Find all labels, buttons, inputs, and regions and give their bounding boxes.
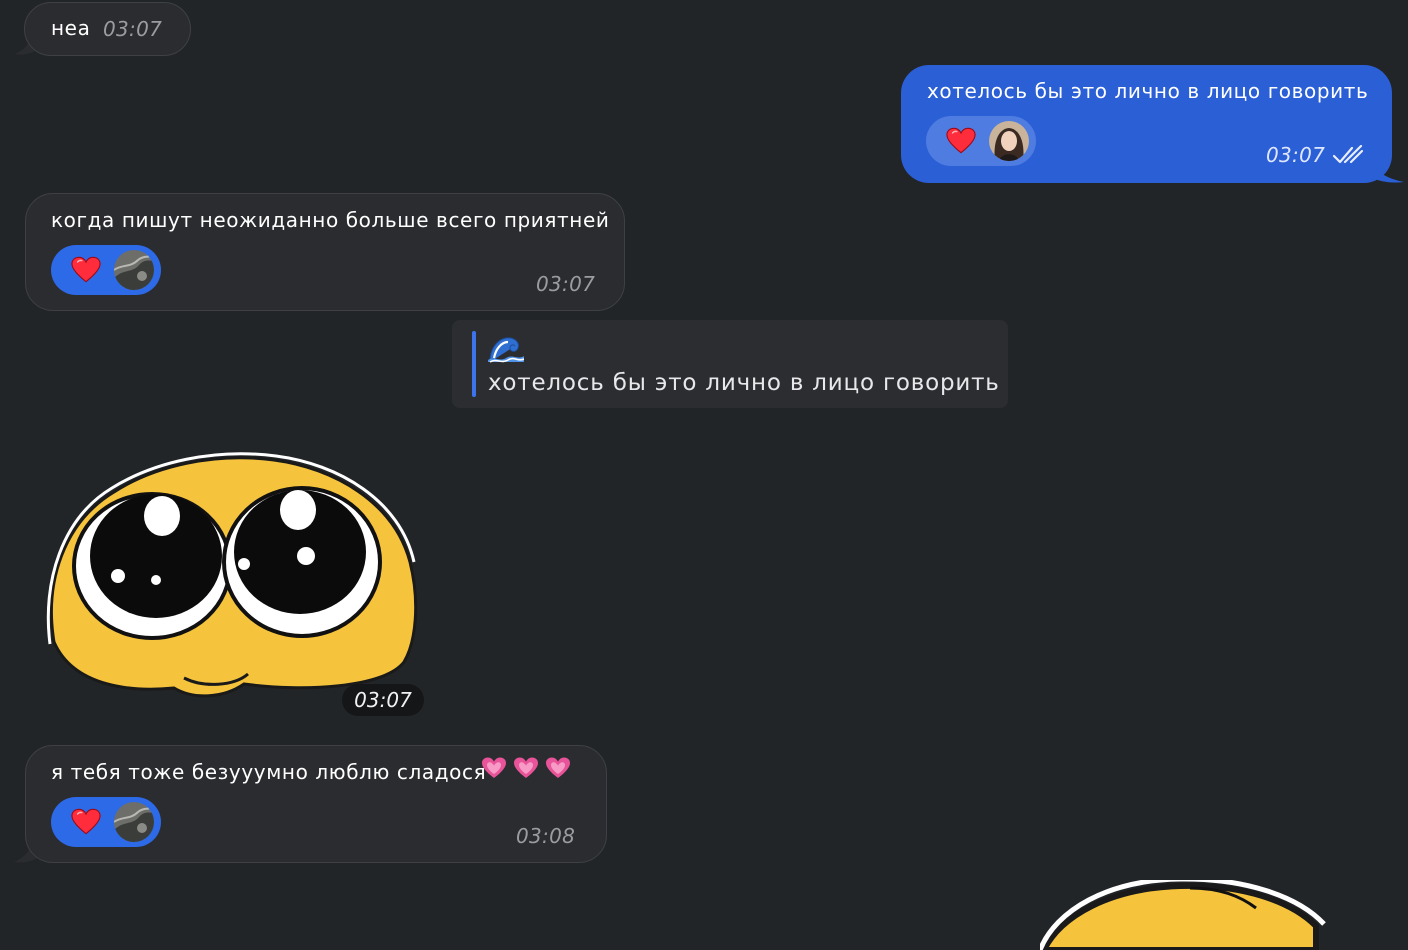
- quote-bar: [472, 331, 476, 397]
- forwarded-message[interactable]: хотелось бы это лично в лицо говорить: [452, 320, 1008, 408]
- avatar: [114, 802, 154, 842]
- sticker-time: 03:07: [342, 684, 424, 716]
- avatar: [114, 250, 154, 290]
- read-checkmarks-icon: [1332, 145, 1364, 165]
- message-time: 03:07: [103, 17, 163, 41]
- chat-view: неа 03:07 хотелось бы это лично в лицо г…: [0, 0, 1408, 950]
- wave-icon: [488, 337, 524, 363]
- pink-heart-icon: [545, 756, 571, 780]
- message-time: 03:08: [516, 824, 576, 848]
- reaction-pill[interactable]: [51, 797, 161, 847]
- pleading-face-sticker[interactable]: [44, 452, 420, 704]
- message-text: когда пишут неожиданно больше всего прия…: [51, 208, 610, 232]
- forwarded-text: хотелось бы это лично в лицо говорить: [488, 370, 1000, 396]
- heart-icon: [71, 808, 101, 835]
- pink-heart-icon: [481, 756, 507, 780]
- message-text: неа: [51, 16, 91, 40]
- avatar: [989, 121, 1029, 161]
- message-text: хотелось бы это лично в лицо говорить: [927, 79, 1369, 103]
- pink-heart-icon: [513, 756, 539, 780]
- message-bubble-incoming[interactable]: я тебя тоже безууумно люблю сладося 03:0…: [25, 745, 607, 863]
- pleading-face-sticker[interactable]: [1037, 876, 1340, 950]
- message-time: 03:07: [1266, 143, 1326, 167]
- heart-icon: [71, 256, 101, 283]
- reaction-pill[interactable]: [926, 116, 1036, 166]
- heart-icon: [946, 127, 976, 154]
- message-text: я тебя тоже безууумно люблю сладося: [51, 760, 487, 784]
- reaction-pill[interactable]: [51, 245, 161, 295]
- message-bubble-incoming[interactable]: неа 03:07: [24, 2, 191, 56]
- message-bubble-outgoing[interactable]: хотелось бы это лично в лицо говорить 03…: [901, 65, 1392, 183]
- message-time: 03:07: [536, 272, 596, 296]
- message-bubble-incoming[interactable]: когда пишут неожиданно больше всего прия…: [25, 193, 625, 311]
